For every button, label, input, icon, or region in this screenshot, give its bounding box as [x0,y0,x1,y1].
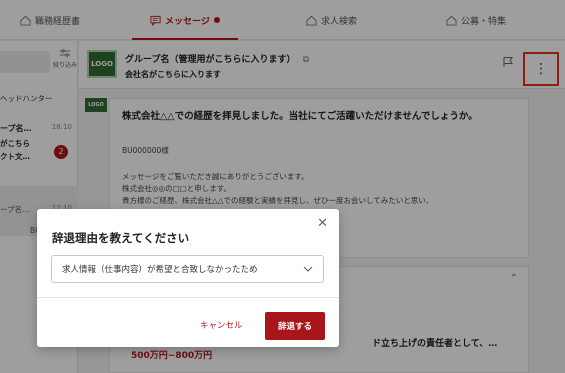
dialog-title: 辞退理由を教えてください [52,231,190,245]
chevron-down-icon [303,266,313,272]
cancel-button[interactable]: キャンセル [200,319,243,331]
selected-reason: 求人情報（仕事内容）が希望と合致しなかったため [62,265,258,275]
decline-reason-select[interactable]: 求人情報（仕事内容）が希望と合致しなかったため [51,255,324,283]
decline-reason-dialog: ✕ 辞退理由を教えてください 求人情報（仕事内容）が希望と合致しなかったため キ… [37,209,339,347]
close-icon[interactable]: ✕ [317,217,328,230]
dialog-divider [37,297,339,298]
decline-button[interactable]: 辞退する [265,312,325,340]
